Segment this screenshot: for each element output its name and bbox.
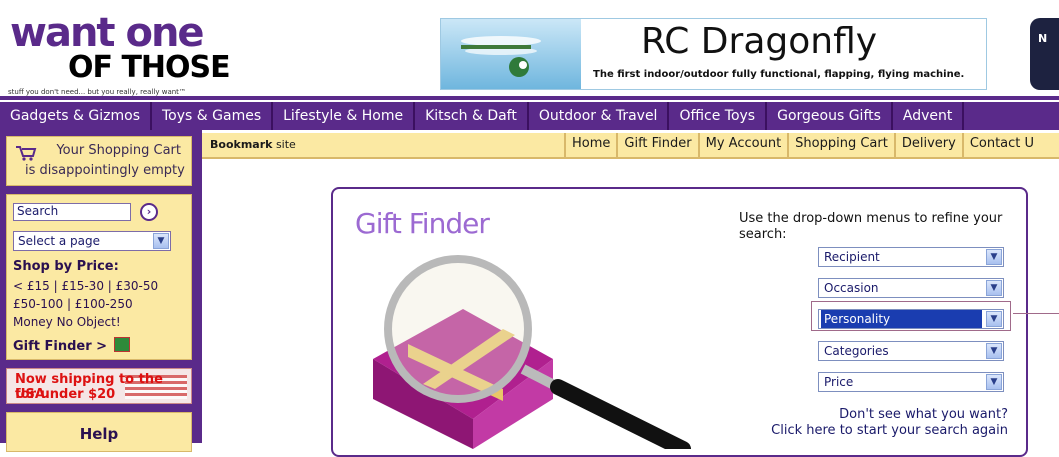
recipient-select[interactable]: Recipient ▼	[818, 247, 1004, 267]
chevron-down-icon: ▼	[153, 233, 169, 249]
help-box[interactable]: Help	[6, 412, 192, 452]
search-go-button[interactable]: ›	[140, 203, 158, 221]
logo-line2: OF THOSE	[68, 50, 231, 85]
restart-search-link[interactable]: Don't see what you want? Click here to s…	[771, 407, 1008, 439]
link-my-account[interactable]: My Account	[697, 133, 788, 157]
price-select[interactable]: Price ▼	[818, 372, 1004, 392]
cart-line1: Your Shopping Cart	[56, 143, 181, 158]
sidebar: Your Shopping Cart is disappointingly em…	[0, 130, 202, 452]
magnifier-gift-illustration	[373, 255, 691, 449]
bookmark-site-link[interactable]: Bookmark site	[210, 138, 296, 151]
restart-line1: Don't see what you want?	[839, 407, 1008, 422]
chevron-down-icon: ▼	[986, 311, 1002, 327]
gift-finder-instructions: Use the drop-down menus to refine your s…	[739, 211, 1003, 242]
nav-lifestyle-home[interactable]: Lifestyle & Home	[273, 102, 416, 130]
nav-gadgets-gizmos[interactable]: Gadgets & Gizmos	[0, 102, 152, 130]
shopping-cart-icon	[16, 146, 37, 161]
restart-line2: Click here to start your search again	[771, 423, 1008, 438]
nav-kitsch-daft[interactable]: Kitsch & Daft	[415, 102, 529, 130]
occasion-select[interactable]: Occasion ▼	[818, 278, 1004, 298]
personality-select[interactable]: Personality ▼	[818, 309, 1004, 329]
header-divider	[0, 96, 1059, 100]
chevron-down-icon: ▼	[986, 280, 1002, 296]
callout-line	[1013, 313, 1059, 314]
categories-select[interactable]: Categories ▼	[818, 341, 1004, 361]
chevron-down-icon: ▼	[986, 249, 1002, 265]
price-select-value: Price	[824, 375, 854, 389]
gift-finder-title: Gift Finder	[355, 207, 490, 240]
bookmark-rest: site	[272, 138, 296, 151]
cart-line2: is disappointingly empty	[25, 163, 185, 178]
nav-toys-games[interactable]: Toys & Games	[152, 102, 274, 130]
personality-select-value: Personality	[821, 310, 982, 328]
nav-advent[interactable]: Advent	[893, 102, 965, 130]
shop-by-price-heading: Shop by Price:	[13, 259, 119, 274]
dragonfly-image	[441, 19, 581, 89]
banner-subtitle: The first indoor/outdoor fully functiona…	[593, 69, 965, 80]
chevron-down-icon: ▼	[986, 374, 1002, 390]
search-input[interactable]: Search	[13, 203, 131, 221]
link-delivery[interactable]: Delivery	[893, 133, 962, 157]
main-nav: Gadgets & Gizmos Toys & Games Lifestyle …	[0, 102, 1059, 130]
promo-banner[interactable]: RC Dragonfly The first indoor/outdoor fu…	[440, 18, 987, 90]
utility-bar: Bookmark site Home Gift Finder My Accoun…	[202, 133, 1059, 159]
cart-summary[interactable]: Your Shopping Cart is disappointingly em…	[6, 136, 192, 186]
gift-box-icon	[113, 337, 130, 352]
page-select[interactable]: Select a page ▼	[13, 231, 171, 251]
price-links-2[interactable]: £50-100 | £100-250	[13, 297, 133, 311]
link-shopping-cart[interactable]: Shopping Cart	[787, 133, 894, 157]
help-label: Help	[79, 425, 119, 443]
award-badge: N	[1030, 18, 1059, 90]
gift-finder-link-label: Gift Finder >	[13, 339, 108, 354]
page-select-value: Select a page	[18, 234, 100, 248]
price-links-1[interactable]: < £15 | £15-30 | £30-50	[13, 279, 158, 293]
categories-select-value: Categories	[824, 344, 889, 358]
usa-promo-line2: for under $20	[15, 387, 116, 402]
usa-shipping-promo[interactable]: Now shipping to the USA for under $20	[6, 368, 192, 404]
utility-links: Home Gift Finder My Account Shopping Car…	[564, 133, 1040, 157]
chevron-down-icon: ▼	[986, 343, 1002, 359]
nav-outdoor-travel[interactable]: Outdoor & Travel	[529, 102, 670, 130]
banner-title: RC Dragonfly	[641, 21, 878, 62]
nav-gorgeous-gifts[interactable]: Gorgeous Gifts	[767, 102, 893, 130]
site-logo[interactable]: want one OF THOSE stuff you don't need..…	[4, 8, 254, 96]
gift-finder-link[interactable]: Gift Finder >	[13, 337, 130, 354]
link-home[interactable]: Home	[564, 133, 616, 157]
link-contact-us[interactable]: Contact U	[961, 133, 1040, 157]
link-gift-finder[interactable]: Gift Finder	[616, 133, 697, 157]
recipient-select-value: Recipient	[824, 250, 880, 264]
logo-tagline: stuff you don't need... but you really, …	[8, 88, 186, 96]
nav-office-toys[interactable]: Office Toys	[669, 102, 768, 130]
gift-finder-panel: Gift Finder Use the drop-down menus to r…	[331, 187, 1028, 457]
badge-text: N	[1038, 32, 1048, 45]
search-panel: Search › Select a page ▼ Shop by Price: …	[6, 194, 192, 360]
dragonfly-icon	[461, 36, 541, 77]
price-link-money-no-object[interactable]: Money No Object!	[13, 315, 121, 329]
occasion-select-value: Occasion	[824, 281, 879, 295]
bookmark-bold: Bookmark	[210, 138, 273, 151]
